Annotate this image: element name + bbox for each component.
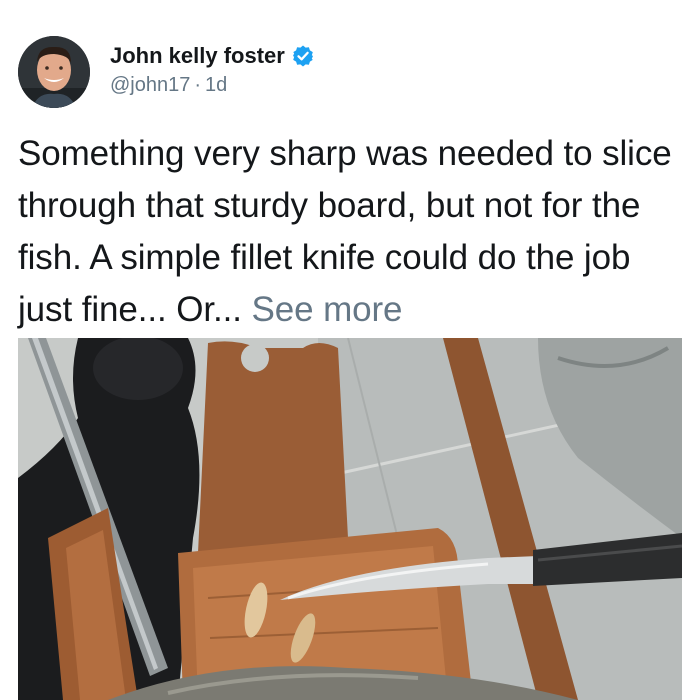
verified-badge-icon: [291, 44, 315, 68]
tweet-header: John kelly foster @john17 · 1d: [18, 36, 315, 108]
handle-row: @john17 · 1d: [110, 72, 315, 98]
author-handle[interactable]: @john17: [110, 74, 190, 96]
author-name[interactable]: John kelly foster: [110, 42, 285, 70]
tweet-text: Something very sharp was needed to slice…: [18, 128, 688, 336]
separator: ·: [194, 74, 202, 96]
timestamp[interactable]: 1d: [205, 74, 227, 96]
see-more-link[interactable]: See more: [251, 290, 402, 329]
avatar[interactable]: [18, 36, 90, 108]
tweet-image[interactable]: [18, 338, 682, 700]
